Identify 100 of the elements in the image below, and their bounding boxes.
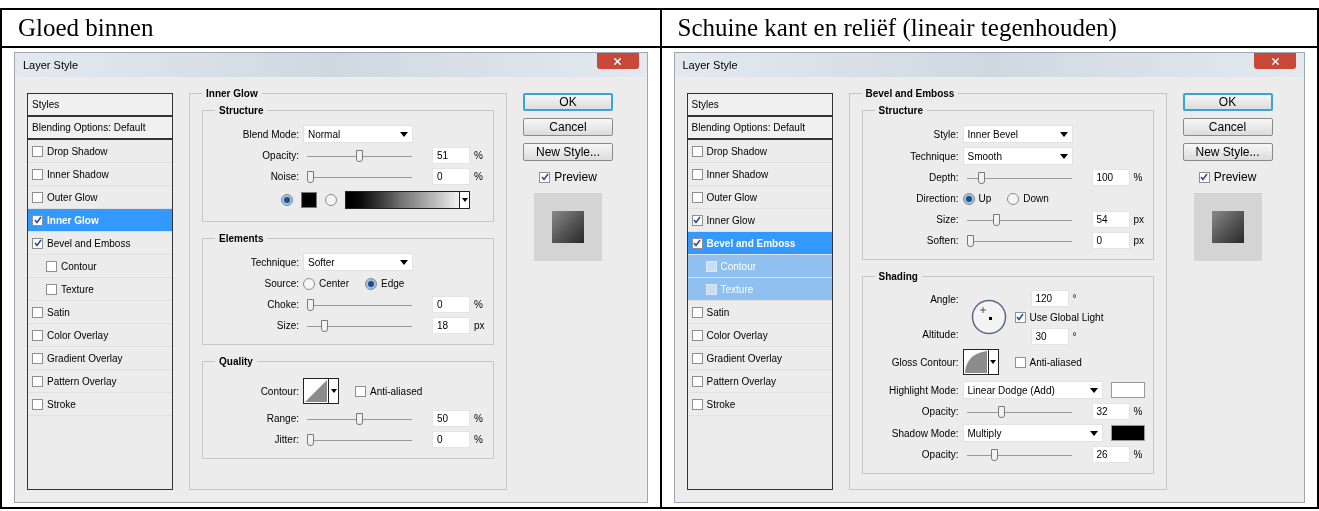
styles-list-header[interactable]: Styles bbox=[28, 94, 172, 117]
style-item[interactable]: Bevel and Emboss bbox=[28, 232, 172, 255]
checkbox[interactable] bbox=[32, 398, 43, 410]
value-field[interactable]: 32 bbox=[1091, 403, 1130, 420]
slider-track[interactable] bbox=[966, 448, 1072, 461]
slider-track[interactable] bbox=[966, 213, 1072, 226]
checkbox[interactable] bbox=[1014, 311, 1026, 323]
style-item[interactable]: Stroke bbox=[687, 393, 832, 416]
slider-thumb[interactable] bbox=[307, 170, 314, 183]
dialog-button[interactable]: Cancel bbox=[1182, 118, 1273, 136]
checkbox[interactable] bbox=[691, 168, 703, 180]
value-field[interactable]: 18 bbox=[432, 317, 470, 334]
style-item[interactable]: Color Overlay bbox=[687, 324, 832, 347]
style-item[interactable]: Outer Glow bbox=[687, 186, 832, 209]
dialog-button[interactable]: New Style... bbox=[1182, 143, 1273, 161]
style-item[interactable]: Pattern Overlay bbox=[28, 370, 172, 393]
radio-button[interactable] bbox=[281, 194, 293, 206]
contour-picker[interactable] bbox=[962, 349, 999, 375]
checkbox[interactable] bbox=[691, 329, 703, 341]
style-item[interactable]: Drop Shadow bbox=[687, 140, 832, 163]
slider-track[interactable] bbox=[307, 149, 412, 162]
dropdown[interactable]: Softer bbox=[303, 253, 413, 271]
checkbox[interactable] bbox=[691, 191, 703, 203]
radio-button[interactable] bbox=[303, 277, 315, 290]
styles-list-header[interactable]: Blending Options: Default bbox=[28, 117, 172, 140]
checkbox[interactable] bbox=[32, 214, 43, 226]
slider-track[interactable] bbox=[966, 234, 1072, 247]
slider-thumb[interactable] bbox=[307, 298, 314, 311]
color-swatch[interactable] bbox=[301, 192, 317, 208]
value-field[interactable]: 100 bbox=[1091, 169, 1130, 186]
value-field[interactable]: 0 bbox=[432, 431, 470, 448]
checkbox[interactable] bbox=[46, 260, 57, 272]
checkbox[interactable] bbox=[691, 306, 703, 318]
gradient-picker[interactable] bbox=[345, 191, 470, 209]
value-field[interactable]: 0 bbox=[432, 296, 470, 313]
slider-track[interactable] bbox=[307, 412, 412, 425]
checkbox[interactable] bbox=[691, 398, 703, 410]
checkbox[interactable] bbox=[32, 191, 43, 203]
style-item[interactable]: Color Overlay bbox=[28, 324, 172, 347]
style-item[interactable]: Satin bbox=[28, 301, 172, 324]
slider-thumb[interactable] bbox=[978, 171, 986, 184]
slider-track[interactable] bbox=[966, 405, 1072, 418]
checkbox[interactable] bbox=[539, 171, 551, 183]
slider-track[interactable] bbox=[307, 170, 412, 183]
checkbox[interactable] bbox=[32, 306, 43, 318]
close-button[interactable] bbox=[1254, 53, 1296, 69]
angle-dial-icon[interactable] bbox=[970, 299, 1007, 335]
slider-track[interactable] bbox=[307, 433, 412, 446]
style-item[interactable]: Texture bbox=[28, 278, 172, 301]
value-field[interactable]: 51 bbox=[432, 147, 470, 164]
radio-button[interactable] bbox=[325, 194, 337, 206]
slider-track[interactable] bbox=[966, 171, 1072, 184]
slider-thumb[interactable] bbox=[966, 234, 974, 247]
dropdown[interactable]: Normal bbox=[303, 125, 413, 143]
checkbox[interactable] bbox=[32, 168, 43, 180]
value-field[interactable]: 54 bbox=[1091, 211, 1130, 228]
checkbox[interactable] bbox=[1014, 356, 1026, 368]
slider-track[interactable] bbox=[307, 319, 412, 332]
style-item[interactable]: Satin bbox=[687, 301, 832, 324]
slider-thumb[interactable] bbox=[991, 448, 998, 461]
checkbox[interactable] bbox=[691, 352, 703, 364]
checkbox[interactable] bbox=[32, 352, 43, 364]
dialog-button[interactable]: New Style... bbox=[523, 143, 613, 161]
color-swatch[interactable] bbox=[1110, 425, 1145, 441]
contour-picker[interactable] bbox=[303, 378, 339, 404]
style-item[interactable]: Inner Shadow bbox=[687, 163, 832, 186]
dropdown[interactable]: Smooth bbox=[962, 147, 1073, 165]
radio-button[interactable] bbox=[962, 192, 975, 205]
color-swatch[interactable] bbox=[1110, 382, 1145, 398]
style-item[interactable]: Contour bbox=[28, 255, 172, 278]
checkbox[interactable] bbox=[32, 329, 43, 341]
dropdown[interactable]: Inner Bevel bbox=[962, 125, 1073, 143]
checkbox[interactable] bbox=[691, 214, 703, 226]
dialog-button[interactable]: Cancel bbox=[523, 118, 613, 136]
checkbox[interactable] bbox=[691, 145, 703, 157]
style-item[interactable]: Gradient Overlay bbox=[28, 347, 172, 370]
slider-track[interactable] bbox=[307, 298, 412, 311]
value-field[interactable]: 30 bbox=[1030, 327, 1069, 345]
slider-thumb[interactable] bbox=[992, 213, 1000, 226]
style-item[interactable]: Stroke bbox=[28, 393, 172, 416]
slider-thumb[interactable] bbox=[997, 405, 1005, 418]
slider-thumb[interactable] bbox=[356, 149, 363, 162]
styles-list-header[interactable]: Blending Options: Default bbox=[687, 117, 832, 140]
checkbox[interactable] bbox=[691, 375, 703, 387]
value-field[interactable]: 0 bbox=[432, 168, 470, 185]
style-item[interactable]: Gradient Overlay bbox=[687, 347, 832, 370]
dialog-button[interactable]: OK bbox=[523, 93, 613, 111]
value-field[interactable]: 0 bbox=[1091, 232, 1130, 249]
slider-thumb[interactable] bbox=[320, 319, 328, 332]
style-item[interactable]: Pattern Overlay bbox=[687, 370, 832, 393]
value-field[interactable]: 50 bbox=[432, 410, 470, 427]
checkbox[interactable] bbox=[355, 385, 366, 397]
dialog-button[interactable]: OK bbox=[1182, 93, 1273, 111]
dropdown[interactable]: Multiply bbox=[962, 424, 1103, 442]
checkbox[interactable] bbox=[32, 375, 43, 387]
style-item[interactable]: Inner Shadow bbox=[28, 163, 172, 186]
radio-button[interactable] bbox=[1007, 192, 1020, 205]
dropdown[interactable]: Linear Dodge (Add) bbox=[962, 381, 1103, 399]
checkbox[interactable] bbox=[1198, 171, 1210, 183]
slider-thumb[interactable] bbox=[307, 433, 314, 446]
